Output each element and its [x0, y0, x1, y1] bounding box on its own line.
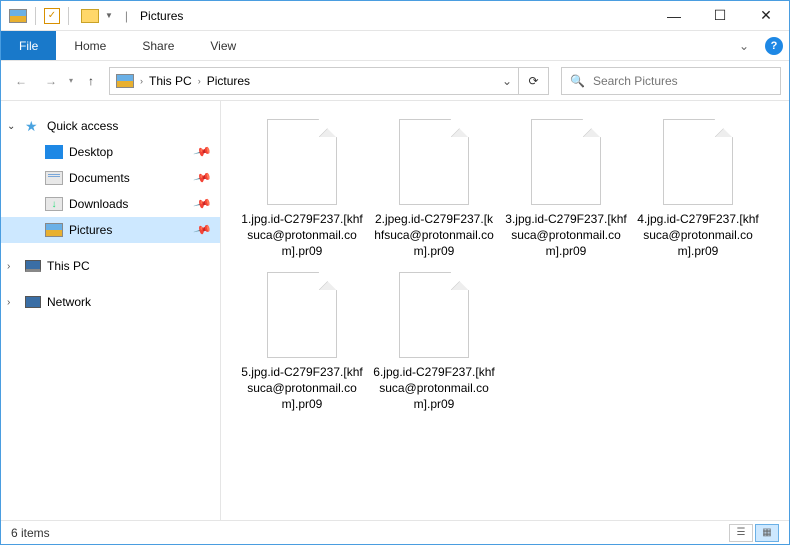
window-controls: — ☐ ✕ [651, 1, 789, 31]
separator [68, 7, 69, 25]
chevron-down-icon[interactable]: ⌄ [7, 121, 15, 132]
navbar: ← → ▾ ↑ › This PC › Pictures ⌄ ⟳ 🔍 [1, 61, 789, 101]
tab-home[interactable]: Home [56, 31, 124, 60]
tree-quick-access[interactable]: ⌄ ★ Quick access [1, 113, 220, 139]
window-title: Pictures [140, 9, 183, 23]
sidebar-item-downloads[interactable]: ↓ Downloads 📌 [1, 191, 220, 217]
file-item[interactable]: 2.jpeg.id-C279F237.[khfsuca@protonmail.c… [373, 119, 495, 260]
search-box[interactable]: 🔍 [561, 67, 781, 95]
pc-icon [25, 260, 41, 272]
file-icon [399, 272, 469, 358]
maximize-button[interactable]: ☐ [697, 1, 743, 31]
file-item[interactable]: 6.jpg.id-C279F237.[khfsuca@protonmail.co… [373, 272, 495, 413]
file-icon [399, 119, 469, 205]
downloads-icon: ↓ [45, 197, 63, 211]
status-bar: 6 items ☰ ▦ [1, 520, 789, 544]
file-list[interactable]: 1.jpg.id-C279F237.[khfsuca@protonmail.co… [221, 101, 789, 521]
back-button[interactable]: ← [9, 69, 33, 93]
help-icon: ? [765, 37, 783, 55]
search-input[interactable] [593, 74, 772, 88]
sidebar-item-pictures[interactable]: Pictures 📌 [1, 217, 220, 243]
minimize-button[interactable]: — [651, 1, 697, 31]
forward-button[interactable]: → [39, 69, 63, 93]
file-tab[interactable]: File [1, 31, 56, 60]
pictures-icon [45, 223, 63, 237]
chevron-right-icon[interactable]: › [7, 297, 10, 308]
icons-view-button[interactable]: ▦ [755, 524, 779, 542]
item-count: 6 items [11, 526, 50, 540]
titlebar: ✓ ▼ | Pictures — ☐ ✕ [1, 1, 789, 31]
breadcrumb-thispc[interactable]: This PC [149, 74, 192, 88]
file-icon [267, 119, 337, 205]
tree-label: Pictures [69, 223, 112, 237]
star-icon: ★ [25, 118, 41, 134]
file-name: 1.jpg.id-C279F237.[khfsuca@protonmail.co… [241, 211, 363, 260]
pin-icon: 📌 [193, 168, 213, 188]
file-name: 2.jpeg.id-C279F237.[khfsuca@protonmail.c… [373, 211, 495, 260]
file-item[interactable]: 3.jpg.id-C279F237.[khfsuca@protonmail.co… [505, 119, 627, 260]
tree-this-pc[interactable]: › This PC [1, 253, 220, 279]
chevron-right-icon[interactable]: › [7, 261, 10, 272]
details-view-button[interactable]: ☰ [729, 524, 753, 542]
quick-access-toolbar: ✓ ▼ | Pictures [1, 7, 183, 25]
history-dropdown-icon[interactable]: ▾ [69, 76, 73, 85]
sidebar-item-desktop[interactable]: Desktop 📌 [1, 139, 220, 165]
ribbon: File Home Share View ⌄ ? [1, 31, 789, 61]
address-bar[interactable]: › This PC › Pictures ⌄ [109, 67, 519, 95]
title-separator: | [125, 9, 128, 23]
tree-label: Downloads [69, 197, 128, 211]
file-name: 5.jpg.id-C279F237.[khfsuca@protonmail.co… [241, 364, 363, 413]
documents-icon [45, 171, 63, 185]
qat-properties-icon[interactable]: ✓ [44, 8, 60, 24]
file-name: 6.jpg.id-C279F237.[khfsuca@protonmail.co… [373, 364, 495, 413]
file-name: 3.jpg.id-C279F237.[khfsuca@protonmail.co… [505, 211, 627, 260]
search-icon: 🔍 [570, 74, 585, 88]
qat-newfolder-icon[interactable] [81, 9, 99, 23]
breadcrumb-pictures[interactable]: Pictures [207, 74, 250, 88]
tree-label: This PC [47, 259, 90, 273]
help-button[interactable]: ? [759, 31, 789, 60]
tree-label: Documents [69, 171, 130, 185]
location-icon [116, 74, 134, 88]
tab-view[interactable]: View [192, 31, 254, 60]
pin-icon: 📌 [193, 142, 213, 162]
up-button[interactable]: ↑ [79, 69, 103, 93]
chevron-right-icon[interactable]: › [140, 76, 143, 86]
pin-icon: 📌 [193, 220, 213, 240]
tree-label: Desktop [69, 145, 113, 159]
file-name: 4.jpg.id-C279F237.[khfsuca@protonmail.co… [637, 211, 759, 260]
tree-label: Network [47, 295, 91, 309]
file-icon [663, 119, 733, 205]
close-button[interactable]: ✕ [743, 1, 789, 31]
chevron-right-icon[interactable]: › [198, 76, 201, 86]
refresh-button[interactable]: ⟳ [519, 67, 549, 95]
file-item[interactable]: 1.jpg.id-C279F237.[khfsuca@protonmail.co… [241, 119, 363, 260]
pin-icon: 📌 [193, 194, 213, 214]
body: ⌄ ★ Quick access Desktop 📌 Documents 📌 ↓… [1, 101, 789, 521]
navigation-pane: ⌄ ★ Quick access Desktop 📌 Documents 📌 ↓… [1, 101, 221, 521]
file-icon [531, 119, 601, 205]
view-mode-buttons: ☰ ▦ [729, 524, 779, 542]
file-item[interactable]: 5.jpg.id-C279F237.[khfsuca@protonmail.co… [241, 272, 363, 413]
sidebar-item-documents[interactable]: Documents 📌 [1, 165, 220, 191]
tree-label: Quick access [47, 119, 118, 133]
separator [35, 7, 36, 25]
tree-network[interactable]: › Network [1, 289, 220, 315]
address-dropdown-icon[interactable]: ⌄ [502, 74, 512, 88]
qat-dropdown-icon[interactable]: ▼ [105, 11, 113, 20]
ribbon-expand-icon[interactable]: ⌄ [729, 31, 759, 60]
network-icon [25, 296, 41, 308]
tab-share[interactable]: Share [124, 31, 192, 60]
file-item[interactable]: 4.jpg.id-C279F237.[khfsuca@protonmail.co… [637, 119, 759, 260]
app-icon [9, 9, 27, 23]
desktop-icon [45, 145, 63, 159]
file-icon [267, 272, 337, 358]
